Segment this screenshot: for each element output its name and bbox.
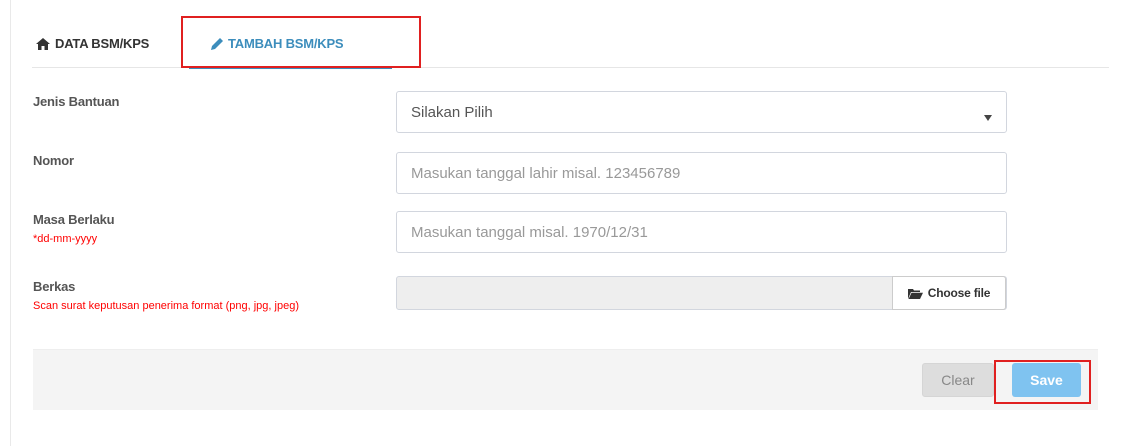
masa-berlaku-hint: *dd-mm-yyyy	[33, 233, 98, 245]
tab-bar	[10, 0, 1109, 68]
nomor-placeholder: Masukan tanggal lahir misal. 123456789	[411, 164, 681, 182]
caret-down-icon	[984, 108, 992, 125]
highlight-box-save	[994, 360, 1091, 404]
highlight-box-tab	[181, 16, 421, 68]
choose-file-button[interactable]: Choose file	[892, 276, 1006, 310]
tab-data-bsm-kps[interactable]: DATA BSM/KPS	[36, 36, 149, 51]
nomor-label: Nomor	[33, 153, 74, 168]
nomor-input[interactable]: Masukan tanggal lahir misal. 123456789	[396, 152, 1007, 194]
berkas-label: Berkas	[33, 279, 76, 294]
masa-berlaku-label: Masa Berlaku	[33, 212, 115, 227]
jenis-bantuan-label: Jenis Bantuan	[33, 94, 120, 109]
jenis-bantuan-select[interactable]: Silakan Pilih	[396, 91, 1007, 133]
clear-button[interactable]: Clear	[922, 363, 994, 397]
berkas-file-input[interactable]: Choose file	[396, 276, 1007, 310]
berkas-hint: Scan surat keputusan penerima format (pn…	[33, 300, 299, 312]
choose-file-label: Choose file	[927, 286, 991, 300]
masa-berlaku-input[interactable]: Masukan tanggal misal. 1970/12/31	[396, 211, 1007, 253]
home-icon	[36, 37, 50, 50]
tab-label: DATA BSM/KPS	[55, 36, 150, 51]
masa-berlaku-placeholder: Masukan tanggal misal. 1970/12/31	[411, 223, 648, 241]
folder-open-icon	[907, 288, 923, 299]
select-value: Silakan Pilih	[411, 103, 493, 121]
